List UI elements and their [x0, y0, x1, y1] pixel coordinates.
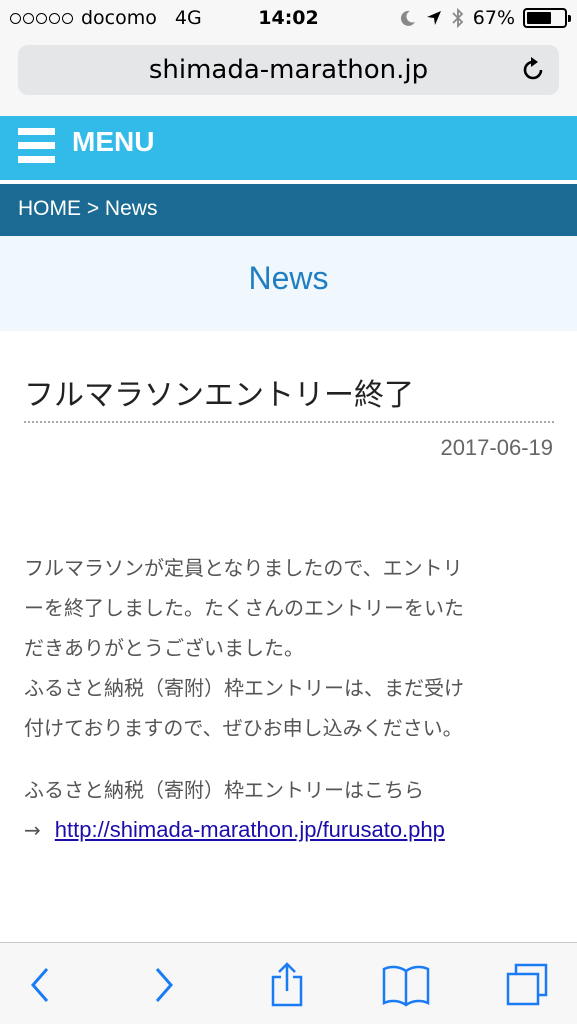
book-icon[interactable]: [381, 963, 431, 1007]
chevron-left-icon[interactable]: [27, 965, 51, 1005]
tabs-button[interactable]: [502, 961, 552, 1009]
tabs-icon[interactable]: [504, 962, 550, 1008]
page-title-band: News: [0, 236, 577, 331]
url-text[interactable]: shimada-marathon.jp: [18, 55, 559, 85]
furusato-link[interactable]: http://shimada-marathon.jp/furusato.php: [55, 817, 445, 842]
reload-icon[interactable]: [519, 56, 547, 84]
moon-icon: [400, 10, 415, 26]
browser-toolbar: [0, 942, 577, 1024]
bluetooth-icon: [452, 7, 464, 29]
share-button[interactable]: [262, 961, 312, 1009]
article-date: 2017-06-19: [440, 435, 553, 460]
bookmarks-button[interactable]: [381, 961, 431, 1009]
url-field[interactable]: shimada-marathon.jp: [18, 45, 559, 95]
article-title: フルマラソンエントリー終了: [24, 378, 414, 413]
body-line: 付けておりますので、ぜひお申し込みください。: [24, 716, 463, 740]
title-divider: [24, 421, 554, 423]
body-line: ふるさと納税（寄附）枠エントリーは、まだ受け: [24, 676, 464, 700]
breadcrumb: HOME > News: [0, 184, 577, 236]
share-icon[interactable]: [267, 961, 307, 1009]
status-right: 67%: [399, 7, 571, 29]
body-line: ーを終了しました。たくさんのエントリーをいた: [24, 596, 464, 620]
page-title: News: [248, 260, 329, 296]
breadcrumb-text[interactable]: HOME > News: [18, 197, 157, 221]
site-menu-bar[interactable]: MENU: [0, 116, 577, 180]
article-body: フルマラソンが定員となりましたので、エントリ ーを終了しました。たくさんのエント…: [24, 548, 554, 748]
status-bar: docomo 4G 14:02 67%: [0, 0, 577, 38]
body-line: だきありがとうございました。: [24, 636, 304, 660]
battery-icon: [523, 8, 571, 28]
link-row: → http://shimada-marathon.jp/furusato.php: [24, 810, 564, 850]
link-intro: ふるさと納税（寄附）枠エントリーはこちら: [24, 778, 424, 802]
menu-label[interactable]: MENU: [72, 126, 154, 158]
back-button[interactable]: [14, 961, 64, 1009]
arrow-icon: →: [24, 818, 41, 842]
browser-address-area: shimada-marathon.jp: [0, 38, 577, 116]
hamburger-icon[interactable]: [18, 124, 55, 168]
battery-percentage: 67%: [472, 7, 515, 29]
chevron-right-icon[interactable]: [153, 965, 177, 1005]
location-arrow-icon: [426, 11, 441, 25]
body-line: フルマラソンが定員となりましたので、エントリ: [24, 556, 463, 580]
link-section: ふるさと納税（寄附）枠エントリーはこちら → http://shimada-mar…: [24, 770, 564, 850]
battery-level: [527, 12, 552, 24]
forward-button[interactable]: [140, 961, 190, 1009]
